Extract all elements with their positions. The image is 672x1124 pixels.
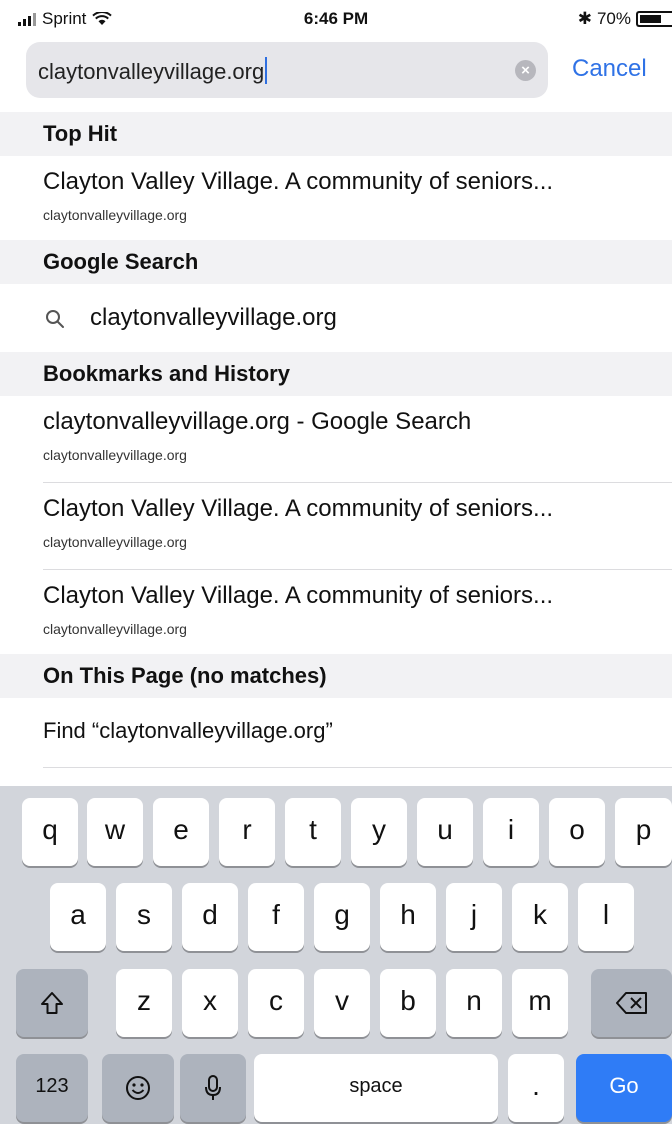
- status-bar: Sprint 6:46 PM ✱ 70%: [0, 0, 672, 40]
- address-input[interactable]: claytonvalleyvillage.org: [38, 57, 268, 85]
- key-m[interactable]: m: [512, 969, 568, 1037]
- bluetooth-icon: ✱: [577, 9, 592, 28]
- history-item[interactable]: Clayton Valley Village. A community of s…: [0, 570, 672, 654]
- address-field[interactable]: claytonvalleyvillage.org ×: [26, 42, 548, 98]
- history-item-url: claytonvalleyvillage.org: [43, 447, 187, 463]
- space-key[interactable]: space: [254, 1054, 498, 1122]
- battery-level-fill: [640, 15, 661, 23]
- search-icon: [46, 310, 64, 328]
- go-button[interactable]: Go: [576, 1054, 672, 1122]
- history-item[interactable]: Clayton Valley Village. A community of s…: [0, 483, 672, 570]
- emoji-key[interactable]: [102, 1054, 174, 1122]
- google-suggestion-item[interactable]: claytonvalleyvillage.org: [0, 284, 672, 352]
- key-b[interactable]: b: [380, 969, 436, 1037]
- key-u[interactable]: u: [417, 798, 473, 866]
- key-g[interactable]: g: [314, 883, 370, 951]
- key-t[interactable]: t: [285, 798, 341, 866]
- key-r[interactable]: r: [219, 798, 275, 866]
- address-bar-row: claytonvalleyvillage.org × Cancel: [0, 40, 672, 112]
- key-i[interactable]: i: [483, 798, 539, 866]
- key-q[interactable]: q: [22, 798, 78, 866]
- history-item-title: Clayton Valley Village. A community of s…: [43, 582, 554, 609]
- key-l[interactable]: l: [578, 883, 634, 951]
- key-x[interactable]: x: [182, 969, 238, 1037]
- row-divider: [43, 767, 672, 768]
- text-caret: [265, 57, 268, 84]
- section-header-top-hit: Top Hit: [0, 112, 672, 156]
- key-j[interactable]: j: [446, 883, 502, 951]
- find-on-page-item[interactable]: Find “claytonvalleyvillage.org”: [0, 698, 672, 768]
- key-y[interactable]: y: [351, 798, 407, 866]
- keyboard: q w e r t y u i o p a s d f g h j k l z …: [0, 786, 672, 1124]
- status-right: ✱ 70%: [578, 9, 672, 29]
- section-header-bookmarks-history: Bookmarks and History: [0, 352, 672, 396]
- key-h[interactable]: h: [380, 883, 436, 951]
- section-header-google-search: Google Search: [0, 240, 672, 284]
- history-item-url: claytonvalleyvillage.org: [43, 621, 187, 637]
- key-a[interactable]: a: [50, 883, 106, 951]
- key-z[interactable]: z: [116, 969, 172, 1037]
- key-d[interactable]: d: [182, 883, 238, 951]
- delete-key[interactable]: [591, 969, 672, 1037]
- top-hit-item[interactable]: Clayton Valley Village. A community of s…: [0, 156, 672, 240]
- top-hit-url: claytonvalleyvillage.org: [43, 207, 187, 223]
- microphone-icon: [205, 1074, 221, 1100]
- battery-icon: [636, 11, 672, 27]
- period-key[interactable]: .: [508, 1054, 564, 1122]
- delete-backspace-icon: [615, 991, 647, 1014]
- address-input-text: claytonvalleyvillage.org: [38, 59, 265, 84]
- section-header-on-this-page: On This Page (no matches): [0, 654, 672, 698]
- emoji-smiley-icon: [126, 1075, 150, 1100]
- dictation-key[interactable]: [180, 1054, 246, 1122]
- key-n[interactable]: n: [446, 969, 502, 1037]
- key-w[interactable]: w: [87, 798, 143, 866]
- key-f[interactable]: f: [248, 883, 304, 951]
- key-v[interactable]: v: [314, 969, 370, 1037]
- key-c[interactable]: c: [248, 969, 304, 1037]
- find-on-page-text: Find “claytonvalleyvillage.org”: [43, 718, 333, 743]
- status-time: 6:46 PM: [303, 9, 369, 28]
- suggestions-list: Top Hit Clayton Valley Village. A commun…: [0, 112, 672, 768]
- top-hit-title: Clayton Valley Village. A community of s…: [43, 168, 554, 195]
- cancel-button[interactable]: Cancel: [572, 55, 647, 83]
- history-item[interactable]: claytonvalleyvillage.org - Google Search…: [0, 396, 672, 483]
- history-item-url: claytonvalleyvillage.org: [43, 534, 187, 550]
- history-item-title: Clayton Valley Village. A community of s…: [43, 495, 554, 522]
- key-s[interactable]: s: [116, 883, 172, 951]
- battery-percent: 70%: [596, 9, 631, 28]
- shift-arrow-icon: [41, 991, 63, 1014]
- key-e[interactable]: e: [153, 798, 209, 866]
- google-suggestion-text: claytonvalleyvillage.org: [90, 304, 337, 331]
- clear-text-icon[interactable]: ×: [515, 60, 536, 81]
- history-item-title: claytonvalleyvillage.org - Google Search: [43, 408, 472, 435]
- shift-key[interactable]: [16, 969, 88, 1037]
- key-k[interactable]: k: [512, 883, 568, 951]
- key-p[interactable]: p: [615, 798, 672, 866]
- key-o[interactable]: o: [549, 798, 605, 866]
- numbers-key[interactable]: 123: [16, 1054, 88, 1122]
